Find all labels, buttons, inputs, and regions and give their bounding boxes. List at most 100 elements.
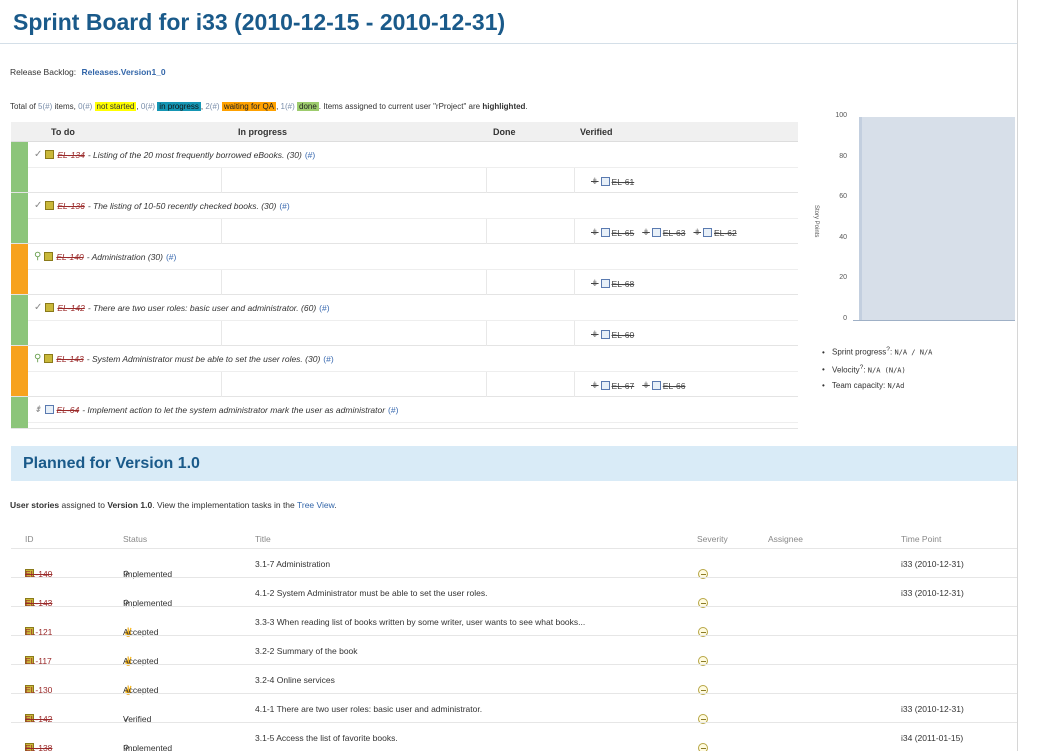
story-hash-link[interactable]: (#) [166,252,176,262]
table-row[interactable]: EL-121 ✌ Accepted 3.3-3 When reading list o… [11,606,1017,637]
column-header-time-point[interactable]: Time Point [901,534,941,544]
chart-y-tick: 40 [839,233,847,241]
row-status-label: Implemented [123,743,173,751]
task-chip[interactable]: ⇟ EL-60 [591,329,634,340]
story-hash-link[interactable]: (#) [319,303,329,313]
total-count[interactable]: 5(#) [38,102,52,111]
pin-icon: ⇟ [591,329,599,339]
row-title[interactable]: 4.1-2 System Administrator must be able … [255,588,487,598]
pin-icon: ⇟ [34,404,42,414]
story-id-link[interactable]: EL-136 [57,201,84,211]
task-id: EL-61 [611,176,635,187]
task-chip[interactable]: ⇟ EL-61 [591,176,634,187]
desc-text-c: . View the implementation tasks in the [152,500,297,510]
waiting-qa-badge: waiting for QA [221,102,277,111]
task-id: EL-65 [611,227,635,238]
items-word: items, [54,102,76,111]
task-id: EL-66 [662,380,686,391]
task-id: EL-60 [611,329,635,340]
column-header-assignee[interactable]: Assignee [768,534,803,544]
story-title: - The listing of 10-50 recently checked … [87,200,277,211]
done-count[interactable]: 1(#) [281,102,295,111]
task-icon [600,228,610,237]
task-chip[interactable]: ⇟ EL-65 [591,227,634,238]
board-header: To do In progress Done Verified [11,122,798,142]
check-icon: ✓ [34,200,43,211]
column-header-status[interactable]: Status [123,534,147,544]
desc-text-d: . [334,500,337,510]
pin-icon: ⇟ [591,380,599,390]
pin-icon: ⇟ [693,227,702,237]
task-chip[interactable]: ⇟ EL-66 [642,380,685,391]
chart-y-label: Story Points [813,205,819,238]
row-title[interactable]: 3.2-2 Summary of the book [255,646,358,656]
story-id-link[interactable]: EL-142 [57,303,84,313]
desc-version: Version 1.0 [107,500,153,510]
severity-normal-icon [698,743,708,751]
row-title[interactable]: 4.1-1 There are two user roles: basic us… [255,704,482,714]
row-title[interactable]: 3.3-3 When reading list of books written… [255,617,585,627]
pin-icon: ⇟ [591,278,599,288]
task-id: EL-68 [611,278,635,289]
story-card: ⚲ EL-143 - System Administrator must be … [11,346,798,397]
not-started-count[interactable]: 0(#) [78,102,92,111]
table-row[interactable]: EL-143 ⚲ Implemented 4.1-2 System Administr… [11,577,1017,608]
task-icon [600,279,610,288]
desc-text-b: assigned to [59,500,108,510]
section-title: Planned for Version 1.0 [23,455,200,472]
status-bar [11,193,28,243]
waiting-qa-count[interactable]: 2(#) [205,102,219,111]
chart-y-tick: 80 [839,152,847,160]
story-hash-link[interactable]: (#) [323,354,333,364]
pin-icon: ⇟ [591,176,599,186]
task-chip[interactable]: ⇟ EL-68 [591,278,634,289]
release-backlog-label: Release Backlog: [10,67,77,77]
help-link[interactable]: ? [860,364,864,371]
help-link[interactable]: ? [886,346,890,353]
task-id: EL-67 [611,380,635,391]
task-id-link[interactable]: EL-64 [57,405,80,415]
task-chip[interactable]: ⇟ EL-63 [642,227,685,238]
implemented-icon: ⚲ [34,353,42,364]
row-title[interactable]: 3.1-5 Access the list of favorite books. [255,733,398,743]
story-title: - Listing of the 20 most frequently borr… [87,149,302,160]
release-backlog-link[interactable]: Releases.Version1_0 [82,67,166,77]
in-progress-count[interactable]: 0(#) [141,102,155,111]
row-time-point: i33 (2010-12-31) [901,559,964,569]
story-hash-link[interactable]: (#) [279,201,289,211]
task-id: EL-62 [714,227,737,238]
column-header-done: Done [493,127,516,137]
task-icon [600,381,610,390]
column-header-severity[interactable]: Severity [697,534,728,544]
row-id-link[interactable]: EL-138 [25,743,52,751]
story-id-link[interactable]: EL-140 [56,252,83,262]
table-row[interactable]: EL-142 ✓ Verified 4.1-1 There are two user … [11,693,1017,724]
table-row[interactable]: EL-138 ⚲ Implemented 3.1-5 Access the list … [11,722,1017,751]
sprint-progress: Sprint progress?: N/A / N/A [822,346,932,357]
story-hash-link[interactable]: (#) [305,150,315,160]
story-title: - There are two user roles: basic user a… [87,302,317,313]
sprint-board: To do In progress Done Verified ✓ EL-134… [11,122,798,429]
table-row[interactable]: EL-140 ⚲ Implemented 3.1-7 Administration i3… [11,548,1017,579]
story-id-link[interactable]: EL-134 [57,150,84,160]
task-chip[interactable]: ⇟ EL-62 [693,227,736,238]
column-header-title[interactable]: Title [255,534,271,544]
status-bar [11,142,28,192]
story-icon [44,354,54,363]
tree-view-link[interactable]: Tree View [297,500,334,510]
team-capacity-label: Team capacity: [831,381,886,391]
column-header-id[interactable]: ID [25,534,34,544]
page: Sprint Board for i33 (2010-12-15 - 2010-… [0,0,1057,751]
table-row[interactable]: EL-117 ✌ Accepted 3.2-2 Summary of the book [11,635,1017,666]
row-title[interactable]: 3.1-7 Administration [255,559,330,569]
divider [1017,0,1018,751]
task-chip[interactable]: ⇟ EL-67 [591,380,634,391]
table-row[interactable]: EL-130 ✌ Accepted 3.2-4 Online services [11,664,1017,695]
story-id-link[interactable]: EL-143 [56,354,83,364]
task-icon [44,405,54,414]
row-title[interactable]: 3.2-4 Online services [255,675,335,685]
chart-x-axis [853,320,1015,321]
story-card: ⚲ EL-140 - Administration (30) (#) ⇟ EL-6… [11,244,798,295]
chart-y-tick: 100 [835,112,847,119]
task-hash-link[interactable]: (#) [388,405,398,415]
